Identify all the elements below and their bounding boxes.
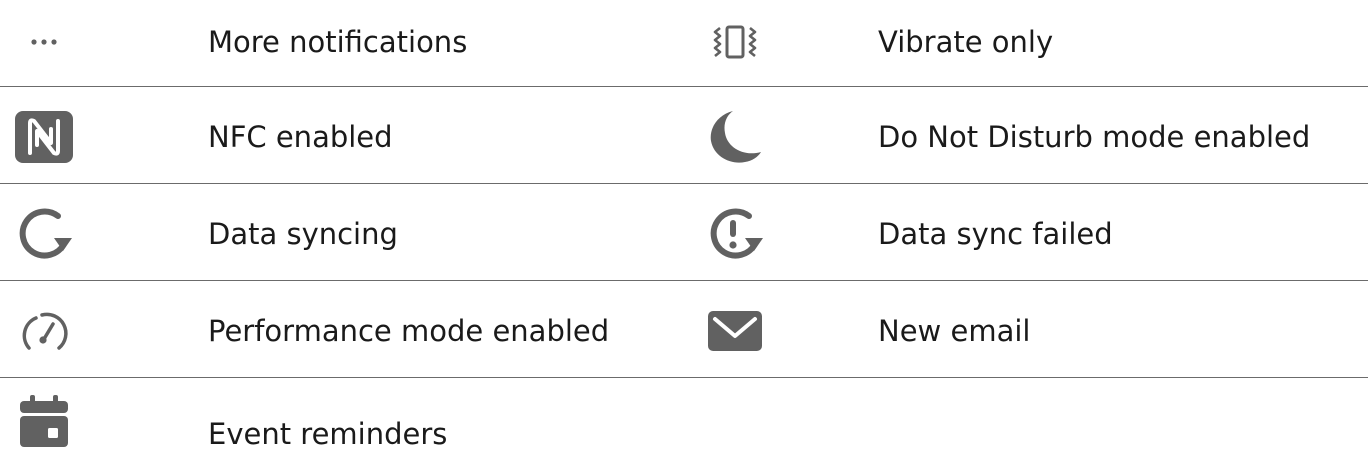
table-row: Event reminders	[0, 378, 1368, 470]
table-cell: New email	[673, 281, 1368, 378]
new-email-label: New email	[878, 314, 1031, 348]
email-icon	[703, 301, 767, 361]
table-row: Performance mode enabled New email	[0, 281, 1368, 378]
event-reminders-label: Event reminders	[208, 417, 448, 451]
speedometer-icon	[12, 301, 76, 361]
table-cell: NFC enabled	[0, 87, 673, 184]
table-cell: Event reminders	[0, 378, 673, 470]
data-sync-failed-label: Data sync failed	[878, 217, 1113, 251]
table-cell: More notifications	[0, 0, 673, 87]
calendar-icon	[12, 392, 76, 452]
more-icon	[12, 12, 76, 72]
sync-failed-icon	[703, 204, 767, 264]
table-row: More notifications Vibrate only	[0, 0, 1368, 87]
table-cell	[673, 378, 1368, 470]
data-syncing-label: Data syncing	[208, 217, 398, 251]
more-notifications-label: More notifications	[208, 25, 468, 59]
table-row: NFC enabled Do Not Disturb mode enabled	[0, 87, 1368, 184]
table-row: Data syncing Data sync failed	[0, 184, 1368, 281]
table-cell: Vibrate only	[673, 0, 1368, 87]
table-cell: Performance mode enabled	[0, 281, 673, 378]
nfc-enabled-label: NFC enabled	[208, 120, 393, 154]
do-not-disturb-label: Do Not Disturb mode enabled	[878, 120, 1311, 154]
nfc-icon	[12, 107, 76, 167]
status-icon-table: More notifications Vibrate only NFC enab…	[0, 0, 1368, 474]
vibrate-icon	[703, 12, 767, 72]
vibrate-only-label: Vibrate only	[878, 25, 1054, 59]
table-cell: Data syncing	[0, 184, 673, 281]
performance-mode-label: Performance mode enabled	[208, 314, 610, 348]
sync-icon	[12, 204, 76, 264]
table-cell: Do Not Disturb mode enabled	[673, 87, 1368, 184]
table-cell: Data sync failed	[673, 184, 1368, 281]
moon-icon	[703, 107, 767, 167]
